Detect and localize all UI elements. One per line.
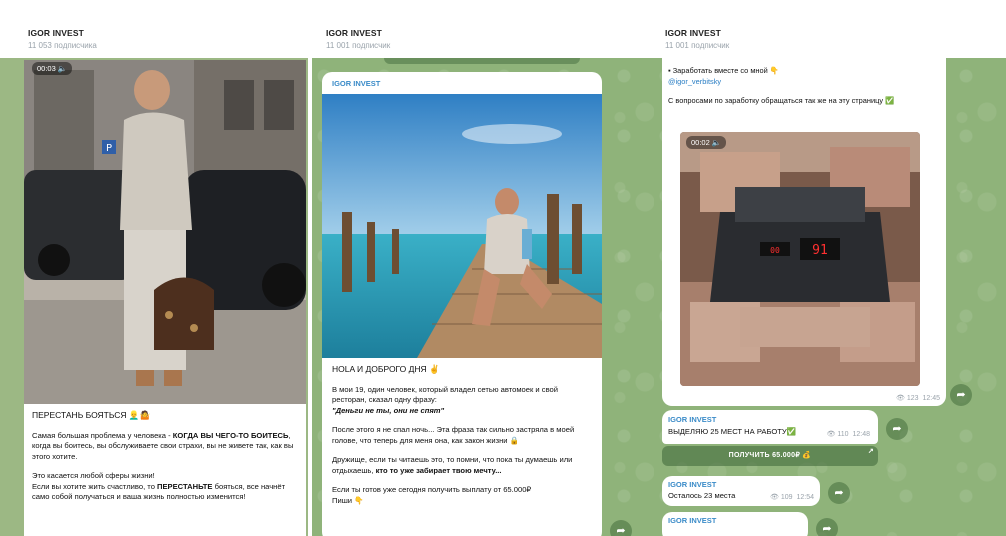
message-author[interactable]: IGOR INVEST	[332, 79, 380, 88]
channel-header[interactable]: IGOR INVEST 11 001 подписчик	[312, 0, 654, 60]
paragraph-2: Это касается любой сферы жизни! Если вы х…	[32, 471, 298, 503]
channel-title: IGOR INVEST	[28, 28, 84, 38]
message-bubble: IGOR INVEST ВЫДЕЛЯЮ 25 МЕСТ НА РАБОТУ✅ 👁…	[662, 410, 878, 444]
pointer-icon: ▪	[668, 66, 671, 75]
video-duration-badge: 00:02 🔈	[686, 136, 727, 149]
message-meta: 👁 110 12:48	[827, 430, 870, 438]
p2-text: Если вы хотите жить счастливо, то	[32, 481, 158, 491]
svg-text:P: P	[106, 143, 112, 154]
message-bubble: ▪ Заработать вместе со мной 👇 @igor_verb…	[662, 52, 946, 406]
channel-header[interactable]: IGOR INVEST 11 053 подписчика	[0, 0, 308, 60]
video-duration-badge: 00:03 🔈	[32, 62, 73, 75]
message-bubble: IGOR INVEST	[322, 72, 602, 536]
sound-icon[interactable]: 🔈	[712, 138, 721, 147]
earn-line: ▪ Заработать вместе со мной 👇	[668, 66, 940, 77]
paragraph-1: В мои 19, один человек, который владел с…	[332, 385, 592, 417]
forward-button[interactable]: ➦	[816, 518, 838, 536]
message-author[interactable]: IGOR INVEST	[668, 415, 716, 424]
p1-text: В мои 19, один человек, который владел с…	[332, 384, 558, 405]
message-meta: 👁 123 12:45	[896, 394, 940, 402]
pier-photo	[322, 94, 602, 358]
paragraph-2: После этого я не спал ночь... Эта фраза …	[332, 425, 575, 445]
earn-text: Заработать вместе со мной 👇	[672, 66, 779, 75]
message-text: ▪ Заработать вместе со мной 👇 @igor_verb…	[668, 66, 940, 107]
message-text: HOLA И ДОБРОГО ДНЯ ✌️ В мои 19, один чел…	[332, 364, 592, 515]
message-heading: HOLA И ДОБРОГО ДНЯ ✌️	[332, 364, 440, 374]
forward-button[interactable]: ➦	[828, 482, 850, 504]
view-count: 109	[780, 494, 793, 501]
message-heading: ПЕРЕСТАНЬ БОЯТЬСЯ 👱‍♂️🤷	[32, 410, 151, 420]
message-text: Осталось 23 места	[668, 491, 736, 500]
forward-button[interactable]: ➦	[950, 384, 972, 406]
message-bubble: IGOR INVEST	[662, 512, 808, 536]
external-link-icon: ↗	[867, 448, 874, 455]
video-duration: 00:03	[37, 64, 56, 73]
paragraph-1: Самая большая проблема у человека - КОГД…	[32, 431, 298, 463]
p2-bold: ПЕРЕСТАНЬТЕ	[157, 481, 213, 491]
button-label: ПОЛУЧИТЬ 65.000₽ 💰	[728, 452, 812, 459]
message-photo[interactable]	[322, 94, 602, 358]
channel-panel-2: IGOR INVEST 11 001 подписчик IGOR INVEST	[312, 0, 654, 536]
channel-title: IGOR INVEST	[665, 28, 721, 38]
previous-button-edge[interactable]	[384, 58, 580, 64]
channel-panel-1: IGOR INVEST 11 053 подписчика P 00:03 🔈 …	[0, 0, 308, 536]
money-counter-video: 91 00	[680, 132, 920, 386]
video-preview[interactable]: 91 00 00:02 🔈	[680, 132, 920, 386]
forward-arrow-icon: ➦	[834, 487, 844, 499]
p4-line2: Пиши 👇	[332, 495, 364, 505]
svg-text:91: 91	[812, 243, 828, 258]
p4-line1: Если ты готов уже сегодня получить выпла…	[332, 485, 532, 494]
subscriber-count: 11 053 подписчика	[28, 41, 97, 50]
channel-title: IGOR INVEST	[326, 28, 382, 38]
p1-bold: КОГДА ВЫ ЧЕГО-ТО БОИТЕСЬ	[172, 430, 289, 440]
view-count: 123	[906, 395, 919, 402]
p3-bold: кто то уже забирает твою мечту...	[375, 465, 502, 475]
message-meta: 👁 109 12:54	[770, 493, 814, 501]
views-icon: 👁	[896, 395, 905, 402]
message-bubble: IGOR INVEST Осталось 23 места 👁 109 12:5…	[662, 476, 820, 506]
channel-panel-3: IGOR INVEST 11 001 подписчик ▪ Заработат…	[654, 0, 1006, 536]
profile-link[interactable]: @igor_verbitsky	[668, 77, 940, 88]
street-photo: P	[24, 60, 306, 404]
forward-arrow-icon: ➦	[822, 523, 832, 535]
p1-text: Самая большая проблема у человека -	[32, 430, 173, 440]
view-count: 110	[837, 431, 849, 438]
paragraph-3: Дружище, если ты читаешь это, то помни, …	[332, 455, 592, 476]
forward-button[interactable]: ➦	[886, 418, 908, 440]
subscriber-count: 11 001 подписчик	[326, 41, 391, 50]
views-icon: 👁	[826, 431, 836, 438]
forward-arrow-icon: ➦	[616, 525, 626, 536]
get-money-button[interactable]: ПОЛУЧИТЬ 65.000₽ 💰 ↗	[662, 446, 878, 466]
subscriber-count: 11 001 подписчик	[665, 41, 730, 50]
p2-line1: Это касается любой сферы жизни!	[32, 471, 155, 480]
message-text: ВЫДЕЛЯЮ 25 МЕСТ НА РАБОТУ✅	[668, 427, 797, 436]
message-text: ПЕРЕСТАНЬ БОЯТЬСЯ 👱‍♂️🤷 Самая большая пр…	[32, 410, 298, 512]
message-author[interactable]: IGOR INVEST	[668, 480, 716, 489]
forward-arrow-icon: ➦	[892, 423, 902, 435]
message-bubble: P 00:03 🔈 ПЕРЕСТАНЬ БОЯТЬСЯ 👱‍♂️🤷 Самая …	[24, 60, 306, 536]
p1-quote: "Деньги не ты, они не спят"	[332, 405, 445, 415]
svg-text:00: 00	[770, 246, 780, 255]
sound-icon[interactable]: 🔈	[58, 64, 67, 73]
video-duration: 00:02	[691, 138, 710, 147]
paragraph-4: Если ты готов уже сегодня получить выпла…	[332, 485, 592, 506]
question-text: С вопросами по заработку обращаться так …	[668, 96, 895, 105]
sent-time: 12:48	[852, 431, 870, 438]
sent-time: 12:54	[796, 494, 814, 501]
channel-header[interactable]: IGOR INVEST 11 001 подписчик	[654, 0, 1006, 60]
sent-time: 12:45	[922, 395, 940, 402]
forward-arrow-icon: ➦	[956, 389, 966, 401]
forward-button[interactable]: ➦	[610, 520, 632, 536]
message-author[interactable]: IGOR INVEST	[668, 516, 716, 525]
video-preview[interactable]: P 00:03 🔈	[24, 60, 306, 404]
views-icon: 👁	[770, 494, 779, 501]
